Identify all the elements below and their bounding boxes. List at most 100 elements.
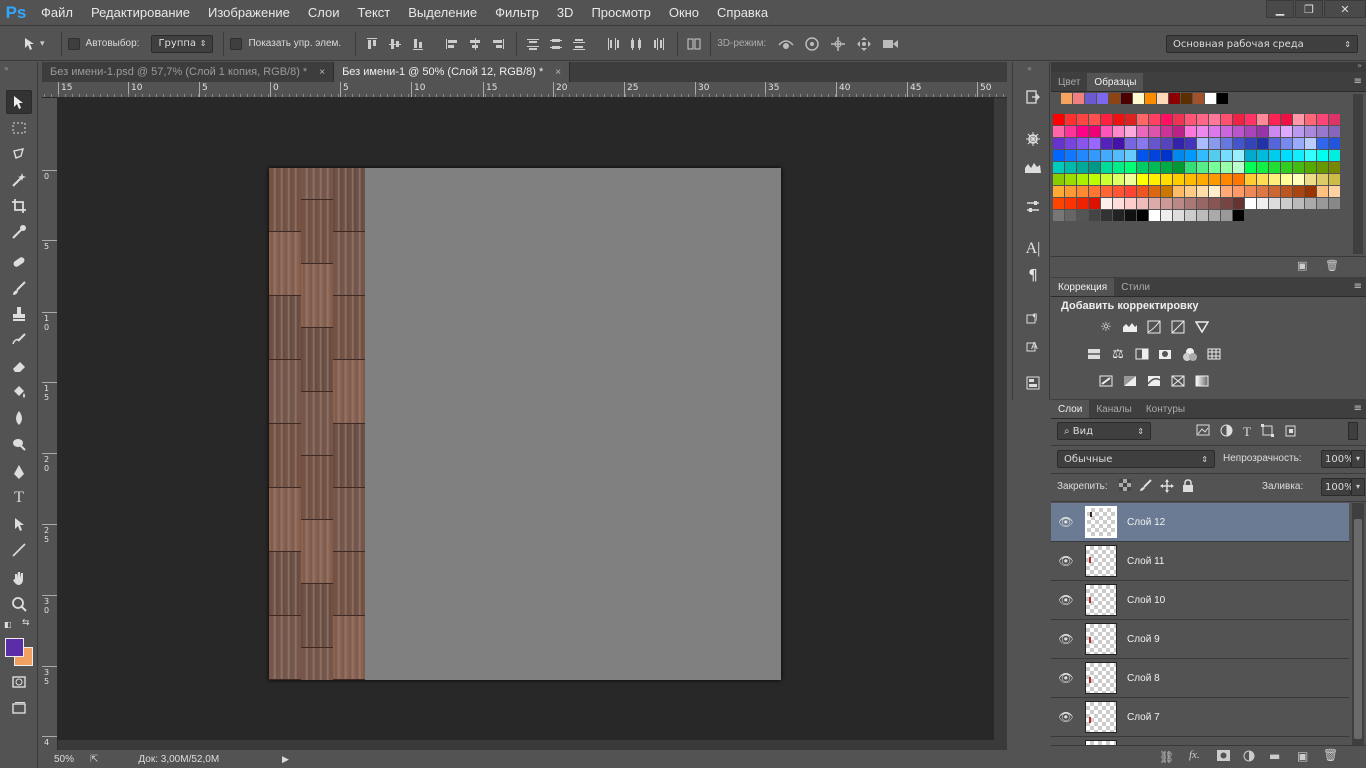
swatch[interactable] [1113, 126, 1124, 137]
levels-icon[interactable] [1121, 319, 1139, 335]
opacity-dropdown-icon[interactable]: ▾ [1351, 450, 1365, 468]
filter-shape-icon[interactable] [1260, 424, 1274, 440]
swatch[interactable] [1245, 186, 1256, 197]
swatch[interactable] [1125, 114, 1136, 125]
layer-filter-select[interactable]: ⌕ Вид ⇕ [1057, 422, 1151, 440]
swatch[interactable] [1185, 150, 1196, 161]
3d-slide-icon[interactable] [854, 34, 874, 54]
swatch[interactable] [1317, 114, 1328, 125]
swatch[interactable] [1053, 198, 1064, 209]
swatch[interactable] [1149, 126, 1160, 137]
swatch[interactable] [1097, 93, 1108, 104]
swatch[interactable] [1053, 138, 1064, 149]
swatch[interactable] [1101, 210, 1112, 221]
layer-row[interactable]: 👁 Слой 9 [1051, 620, 1349, 659]
swatch[interactable] [1077, 210, 1088, 221]
hue-saturation-icon[interactable] [1085, 346, 1103, 362]
swatch[interactable] [1137, 138, 1148, 149]
swatch[interactable] [1149, 198, 1160, 209]
path-selection-icon[interactable] [6, 512, 32, 536]
swatch[interactable] [1161, 138, 1172, 149]
swatch[interactable] [1077, 174, 1088, 185]
layers-scrollbar-thumb[interactable] [1354, 519, 1362, 739]
document-canvas[interactable] [269, 168, 781, 680]
swatch[interactable] [1053, 210, 1064, 221]
swatch[interactable] [1113, 150, 1124, 161]
swatch[interactable] [1173, 198, 1184, 209]
swatch[interactable] [1065, 138, 1076, 149]
swatch[interactable] [1317, 162, 1328, 173]
swatch[interactable] [1173, 162, 1184, 173]
new-layer-icon[interactable]: ▣ [1297, 749, 1308, 763]
swatch[interactable] [1245, 174, 1256, 185]
panel-menu-icon[interactable]: ≡ [1354, 403, 1362, 414]
swatch[interactable] [1125, 198, 1136, 209]
swatch[interactable] [1269, 138, 1280, 149]
tab-document-active[interactable]: Без имени-1 @ 50% (Слой 12, RGB/8) * × [334, 62, 571, 82]
swatch[interactable] [1209, 162, 1220, 173]
swatch[interactable] [1145, 93, 1156, 104]
swatch[interactable] [1329, 114, 1340, 125]
swatch[interactable] [1209, 198, 1220, 209]
minimize-button[interactable]: ▁ [1266, 0, 1294, 18]
swatch[interactable] [1113, 138, 1124, 149]
swatch[interactable] [1173, 138, 1184, 149]
swatch[interactable] [1137, 162, 1148, 173]
swatch[interactable] [1317, 126, 1328, 137]
swatch[interactable] [1209, 150, 1220, 161]
swatch[interactable] [1293, 186, 1304, 197]
swatches-scrollbar[interactable] [1353, 94, 1363, 254]
eyedropper-icon[interactable] [6, 220, 32, 244]
swatch[interactable] [1077, 150, 1088, 161]
swatch[interactable] [1293, 162, 1304, 173]
swatch[interactable] [1257, 126, 1268, 137]
layer-name[interactable]: Слой 7 [1127, 712, 1160, 723]
menu-item-3[interactable]: Слои [299, 0, 349, 26]
layers-scrollbar[interactable] [1352, 503, 1364, 745]
layer-row[interactable]: 👁 Слой 7 [1051, 698, 1349, 737]
posterize-icon[interactable] [1121, 373, 1139, 389]
swatch[interactable] [1281, 114, 1292, 125]
export-icon[interactable]: ⇱ [90, 754, 98, 765]
layer-name[interactable]: Слой 9 [1127, 634, 1160, 645]
swatch[interactable] [1185, 174, 1196, 185]
gradient-map-icon[interactable] [1193, 373, 1211, 389]
workspace-select[interactable]: Основная рабочая среда ⇕ [1166, 35, 1358, 53]
history-brush-icon[interactable] [6, 328, 32, 352]
layer-name[interactable]: Слой 8 [1127, 673, 1160, 684]
dock-collapse-icon[interactable]: « [1027, 64, 1032, 73]
swatch[interactable] [1257, 162, 1268, 173]
healing-brush-icon[interactable] [6, 250, 32, 274]
swatch[interactable] [1089, 114, 1100, 125]
zoom-tool-icon[interactable] [6, 592, 32, 616]
swatch[interactable] [1197, 126, 1208, 137]
menu-item-2[interactable]: Изображение [199, 0, 299, 26]
pen-tool-icon[interactable] [6, 460, 32, 484]
swatch[interactable] [1221, 126, 1232, 137]
move-tool-preset-icon[interactable] [20, 34, 40, 54]
distribute-bottom-icon[interactable] [569, 34, 589, 54]
swatch[interactable] [1077, 162, 1088, 173]
clone-stamp-icon[interactable] [6, 302, 32, 326]
3d-roll-icon[interactable] [802, 34, 822, 54]
line-tool-icon[interactable] [6, 538, 32, 562]
swatch[interactable] [1329, 174, 1340, 185]
menu-item-7[interactable]: 3D [548, 0, 583, 26]
layer-name[interactable]: Слой 11 [1127, 556, 1164, 567]
swatch[interactable] [1101, 138, 1112, 149]
layer-row[interactable]: 👁 Слой 8 [1051, 659, 1349, 698]
swatch[interactable] [1209, 210, 1220, 221]
swatch[interactable] [1305, 174, 1316, 185]
swatch[interactable] [1101, 186, 1112, 197]
swatch[interactable] [1257, 186, 1268, 197]
swatch[interactable] [1161, 162, 1172, 173]
tab-close-icon[interactable]: × [555, 67, 561, 78]
swatch[interactable] [1269, 186, 1280, 197]
align-bottom-icon[interactable] [408, 34, 428, 54]
lasso-tool-icon[interactable] [6, 142, 32, 166]
swatch[interactable] [1073, 93, 1084, 104]
swatch[interactable] [1317, 186, 1328, 197]
swatch[interactable] [1101, 114, 1112, 125]
swatch[interactable] [1089, 198, 1100, 209]
quick-mask-icon[interactable] [6, 670, 32, 694]
